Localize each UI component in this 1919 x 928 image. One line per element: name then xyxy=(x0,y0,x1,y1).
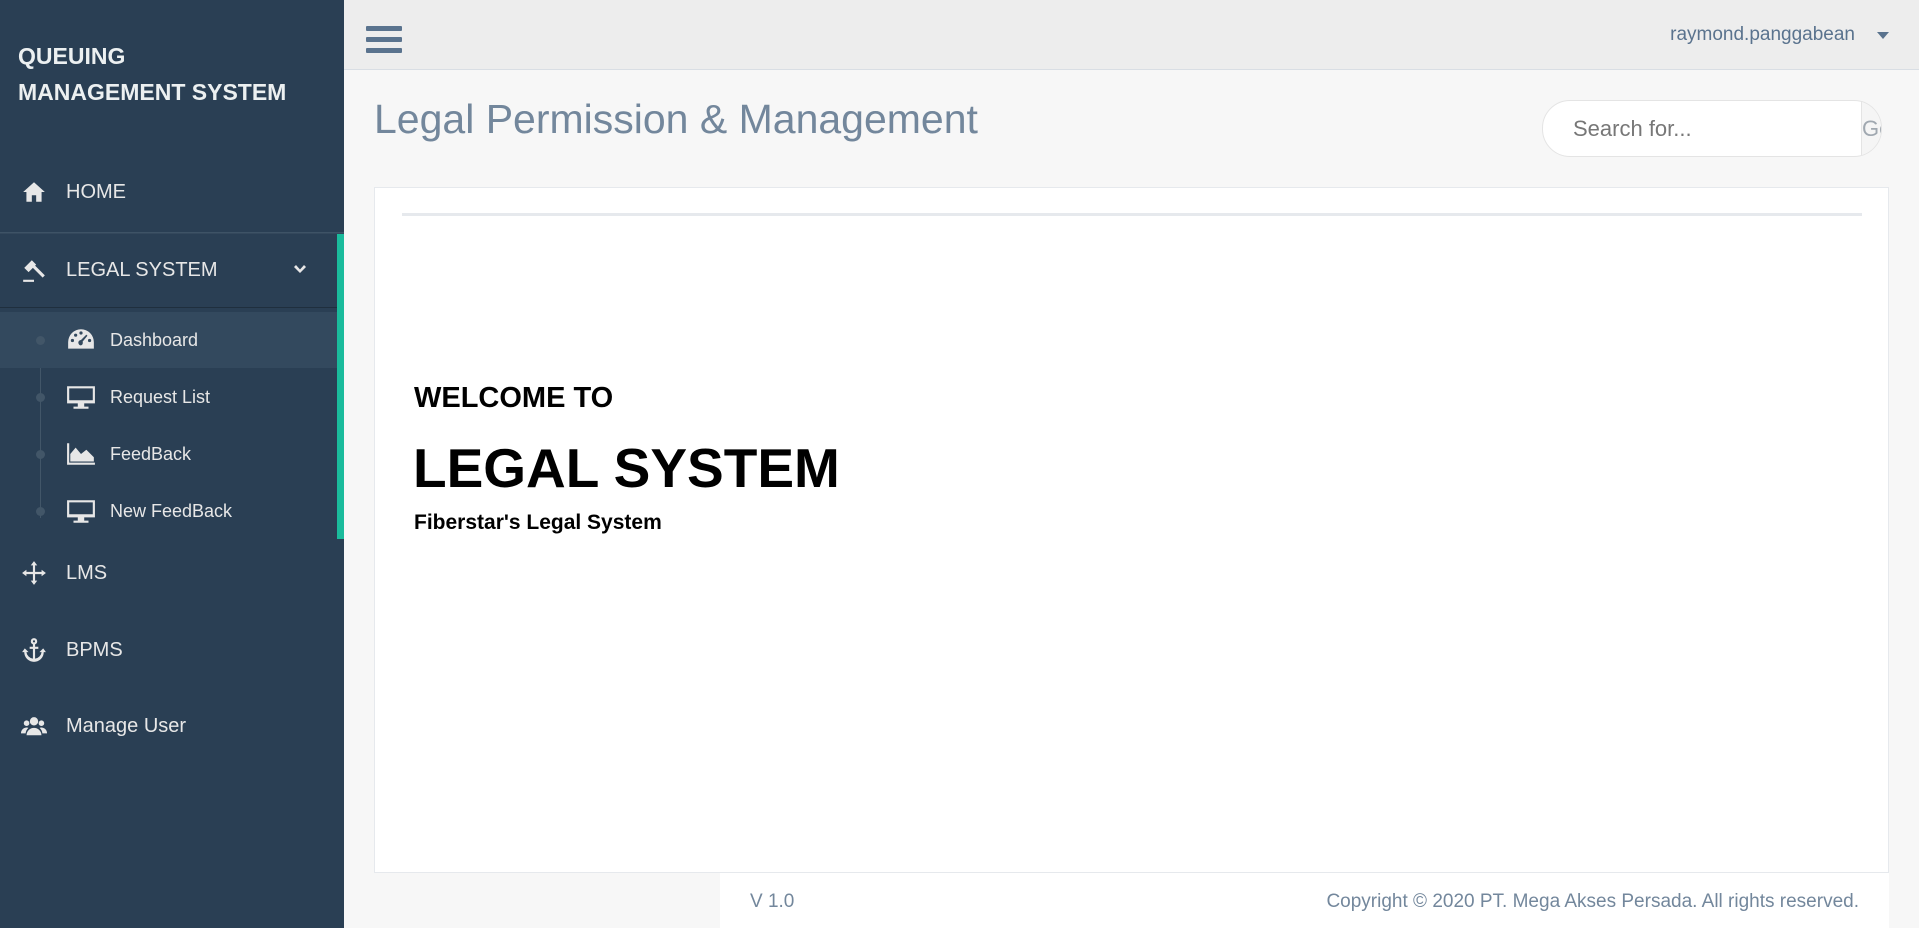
sidebar-item-label: HOME xyxy=(66,180,126,203)
area-chart-icon xyxy=(66,439,96,469)
anchor-icon xyxy=(20,636,48,664)
submenu-item-label: New FeedBack xyxy=(110,500,233,521)
content-panel: WELCOME TO LEGAL SYSTEM Fiberstar's Lega… xyxy=(374,187,1889,873)
sidebar: QUEUING MANAGEMENT SYSTEM HOME LEGAL SYS… xyxy=(0,0,344,928)
active-section-indicator xyxy=(337,234,344,539)
bullet-dot xyxy=(36,449,45,459)
users-icon xyxy=(20,712,48,740)
chevron-down-icon xyxy=(292,261,308,277)
bullet-dot xyxy=(36,335,45,345)
footer: V 1.0 Copyright © 2020 PT. Mega Akses Pe… xyxy=(720,873,1889,928)
sidebar-item-label: BPMS xyxy=(66,638,123,661)
sidebar-item-manage-user[interactable]: Manage User xyxy=(0,688,344,764)
sidebar-item-label: LMS xyxy=(66,561,108,584)
copyright-text: Copyright © 2020 PT. Mega Akses Persada.… xyxy=(1326,891,1859,912)
desktop-icon xyxy=(66,496,96,526)
sidebar-item-label: Manage User xyxy=(66,714,187,737)
submenu-item-label: FeedBack xyxy=(110,443,192,464)
welcome-heading: WELCOME TO xyxy=(414,382,614,414)
sidebar-item-label: LEGAL SYSTEM xyxy=(66,258,218,281)
submenu-item-label: Request List xyxy=(110,386,211,407)
sidebar-item-home[interactable]: HOME xyxy=(0,154,344,230)
app-brand[interactable]: QUEUING MANAGEMENT SYSTEM xyxy=(18,38,318,110)
top-navbar: raymond.panggabean xyxy=(344,0,1919,70)
arrows-icon xyxy=(20,559,48,587)
search-input[interactable] xyxy=(1543,101,1861,156)
submenu-item-dashboard[interactable]: Dashboard xyxy=(0,312,337,368)
system-subtitle: Fiberstar's Legal System xyxy=(414,511,662,534)
panel-divider xyxy=(402,213,1862,216)
page-title: Legal Permission & Management xyxy=(374,96,978,142)
sidebar-item-legal-system[interactable]: LEGAL SYSTEM xyxy=(0,232,344,308)
bullet-dot xyxy=(36,392,45,402)
submenu-item-request-list[interactable]: Request List xyxy=(0,369,337,425)
version-label: V 1.0 xyxy=(750,891,795,912)
submenu-item-new-feedback[interactable]: New FeedBack xyxy=(0,483,337,539)
search-group: Go! xyxy=(1542,100,1882,157)
system-title: LEGAL SYSTEM xyxy=(413,437,840,499)
bullet-dot xyxy=(36,506,45,516)
brand-line-2: MANAGEMENT SYSTEM xyxy=(18,79,287,105)
sidebar-item-bpms[interactable]: BPMS xyxy=(0,612,344,688)
submenu-item-label: Dashboard xyxy=(110,329,199,350)
menu-toggle-icon[interactable] xyxy=(366,26,402,58)
dashboard-icon xyxy=(66,325,96,355)
user-dropdown[interactable]: raymond.panggabean xyxy=(1670,24,1889,46)
username-label: raymond.panggabean xyxy=(1670,24,1855,45)
home-icon xyxy=(20,178,48,206)
caret-down-icon xyxy=(1877,31,1889,39)
sidebar-item-lms[interactable]: LMS xyxy=(0,535,344,611)
desktop-icon xyxy=(66,382,96,412)
gavel-icon xyxy=(20,256,48,284)
search-go-button[interactable]: Go! xyxy=(1861,101,1881,156)
brand-line-1: QUEUING xyxy=(18,43,126,69)
submenu-item-feedback[interactable]: FeedBack xyxy=(0,426,337,482)
